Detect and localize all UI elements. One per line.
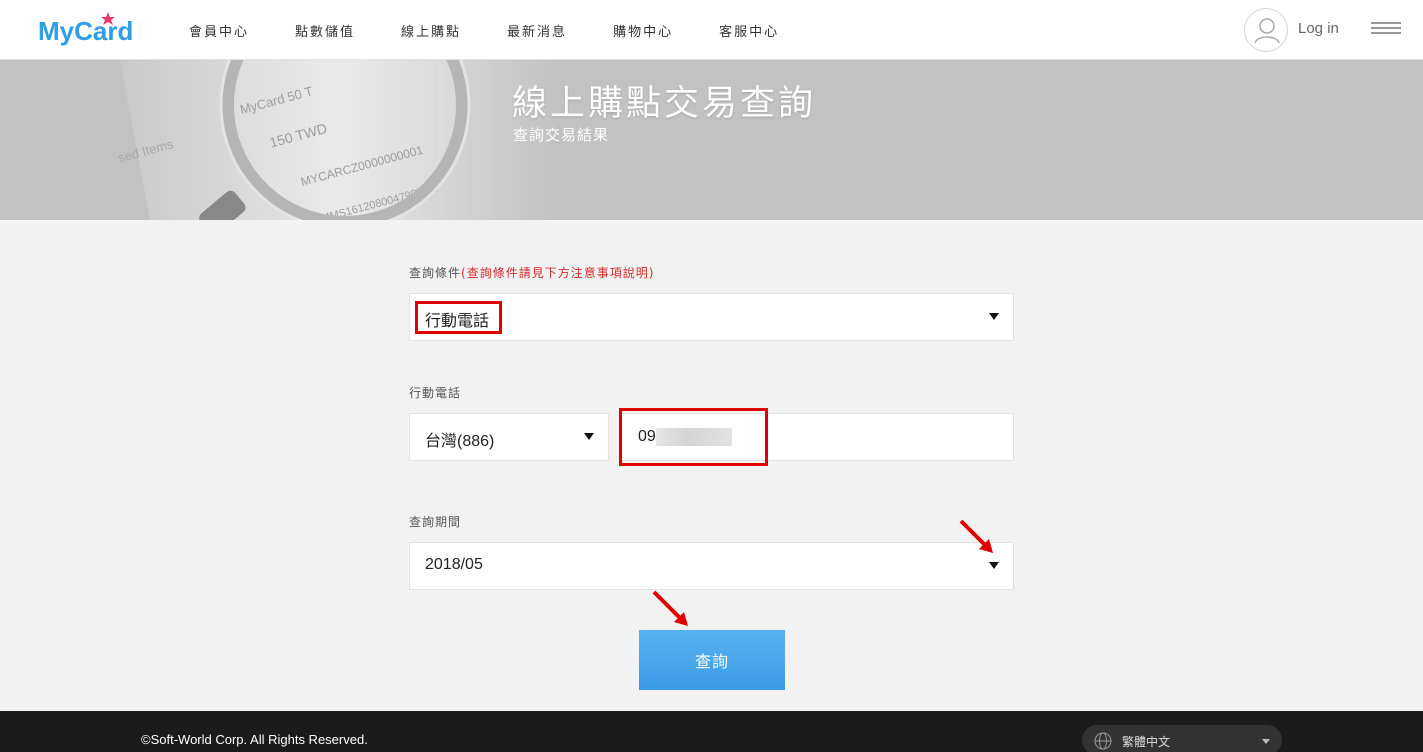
site-footer: ©Soft-World Corp. All Rights Reserved. 繁…	[0, 711, 1423, 752]
nav-points-topup[interactable]: 點數儲值	[295, 21, 355, 40]
chevron-down-icon	[989, 313, 999, 320]
nav-member-center[interactable]: 會員中心	[189, 21, 249, 40]
period-label: 查詢期間	[409, 515, 462, 529]
magnifier-receipt-illustration: MyCard 50 T 150 TWD MYCARCZ0000000001 MM…	[117, 60, 560, 220]
query-period-select[interactable]: 2018/05	[409, 542, 1014, 590]
annotation-highlight-box	[619, 408, 768, 466]
query-period-value: 2018/05	[425, 556, 483, 573]
language-select[interactable]: 繁體中文	[1082, 725, 1282, 752]
main-nav: 會員中心 點數儲值 線上購點 最新消息 購物中心 客服中心	[189, 0, 825, 60]
chevron-down-icon	[584, 433, 594, 440]
annotation-arrow-icon	[959, 519, 993, 553]
nav-shopping-center[interactable]: 購物中心	[613, 21, 673, 40]
mycard-logo[interactable]: MyCard	[38, 10, 134, 52]
user-avatar-icon[interactable]	[1244, 8, 1288, 52]
query-condition-label-text: 查詢條件	[409, 266, 462, 280]
phone-label: 行動電話	[409, 386, 462, 400]
chevron-down-icon	[989, 562, 999, 569]
globe-icon	[1094, 732, 1112, 750]
site-header: MyCard 會員中心 點數儲值 線上購點 最新消息 購物中心 客服中心 Log…	[0, 0, 1423, 60]
country-code-select[interactable]: 台灣(886)	[409, 413, 609, 461]
query-condition-label: 查詢條件(查詢條件請見下方注意事項說明)	[409, 264, 654, 281]
annotation-highlight-box	[415, 301, 502, 334]
query-condition-hint: (查詢條件請見下方注意事項說明)	[461, 266, 655, 280]
page-banner: MyCard 50 T 150 TWD MYCARCZ0000000001 MM…	[0, 60, 1423, 220]
country-code-value: 台灣(886)	[425, 433, 495, 450]
language-value: 繁體中文	[1122, 735, 1171, 749]
copyright-text: ©Soft-World Corp. All Rights Reserved.	[141, 732, 368, 747]
nav-online-purchase[interactable]: 線上購點	[401, 21, 461, 40]
annotation-arrow-icon	[652, 590, 688, 626]
nav-latest-news[interactable]: 最新消息	[507, 21, 567, 40]
query-submit-button[interactable]: 查詢	[639, 630, 785, 690]
chevron-down-icon	[1262, 739, 1270, 744]
logo-text: MyCard	[38, 16, 133, 46]
page-title: 線上購點交易查詢	[512, 84, 817, 124]
nav-customer-service[interactable]: 客服中心	[719, 21, 779, 40]
login-link[interactable]: Log in	[1298, 20, 1339, 37]
hamburger-menu-icon[interactable]	[1371, 22, 1401, 38]
page-subtitle: 查詢交易結果	[513, 126, 610, 144]
